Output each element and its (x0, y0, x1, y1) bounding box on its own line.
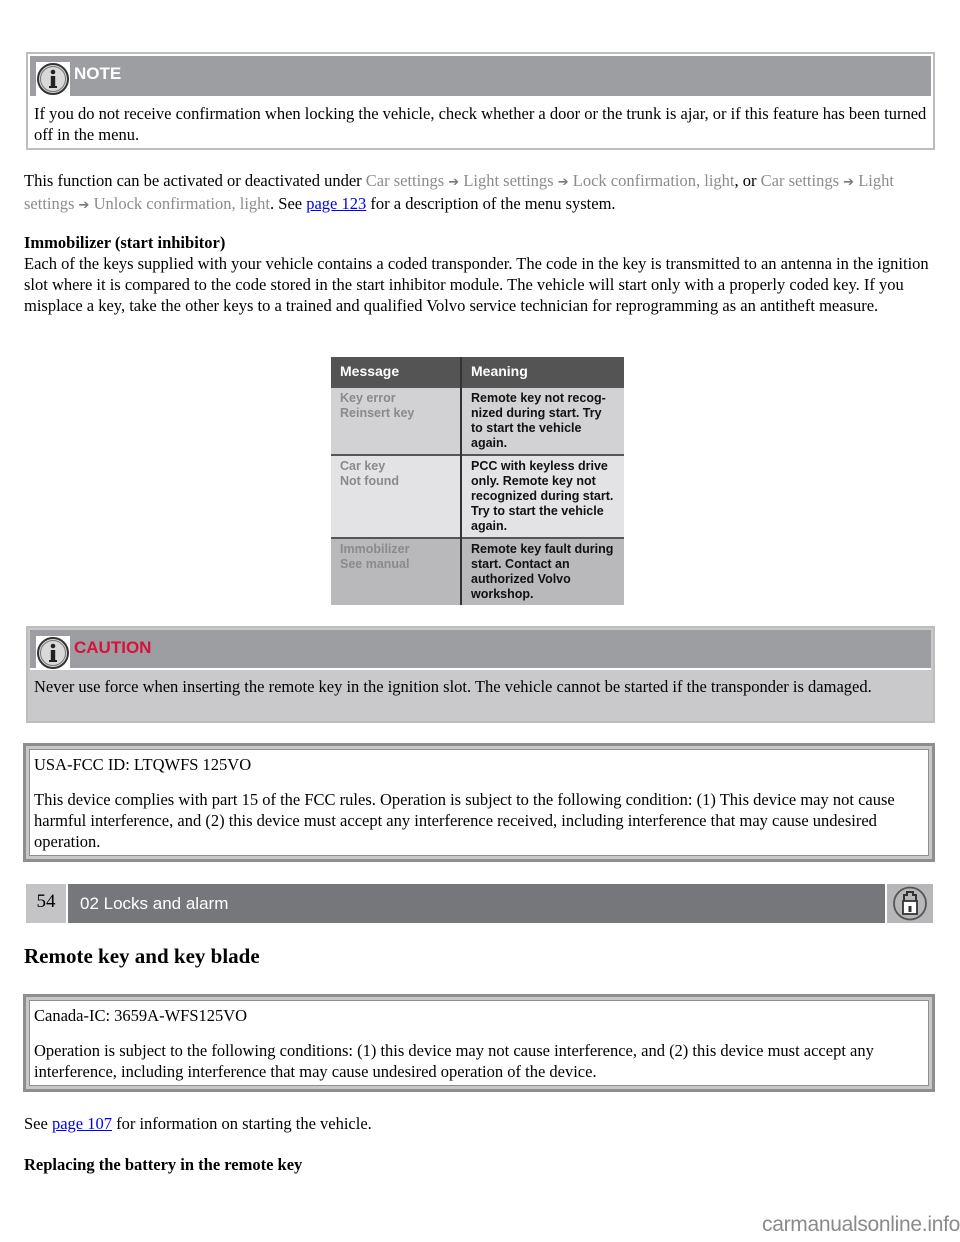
function-paragraph: This function can be activated or deacti… (24, 170, 936, 216)
page-107-link[interactable]: page 107 (52, 1114, 112, 1133)
see-post: for information on starting the vehicle. (111, 1114, 372, 1133)
immobilizer-text: Each of the keys supplied with your vehi… (24, 254, 929, 315)
message-cell: Immobilizer See manual (331, 537, 462, 605)
caution-box: CAUTION Never use force when inserting t… (26, 626, 935, 723)
function-intro: This function can be activated or deacti… (24, 171, 366, 190)
menu-path-item: Car settings (365, 171, 445, 190)
message-line: Immobilizer (340, 542, 410, 556)
table-header-row: Message Meaning (331, 357, 624, 387)
arrow-right-icon: ➔ (78, 198, 90, 213)
message-cell: Car key Not found (331, 454, 462, 538)
padlock-icon (887, 884, 933, 923)
message-line: Not found (340, 474, 400, 488)
note-title: NOTE (74, 64, 122, 83)
message-line: Key error (340, 391, 396, 405)
page-number: 54 (26, 884, 66, 923)
function-outro: for a description of the menu system. (366, 194, 616, 213)
table-row: Immobilizer See manual Remote key fault … (331, 537, 624, 605)
watermark: carmanualsonline.info (762, 1213, 960, 1236)
message-line: Car key (340, 459, 386, 473)
arrow-right-icon: ➔ (843, 175, 855, 190)
column-header-meaning: Meaning (461, 357, 624, 387)
menu-path-item: Lock confirmation, light (572, 171, 735, 190)
message-table: Message Meaning Key error Reinsert key R… (331, 357, 624, 605)
see-text: . See (270, 194, 307, 213)
fcc-text: This device complies with part 15 of the… (34, 790, 895, 851)
message-line: Reinsert key (340, 406, 415, 420)
meaning-cell: PCC with keyless drive only. Remote key … (461, 454, 624, 538)
message-line: See manual (340, 557, 410, 571)
column-header-message: Message (331, 357, 462, 387)
or-text: , or (734, 171, 761, 190)
chapter-bar: 54 02 Locks and alarm (26, 884, 933, 923)
note-header: NOTE (30, 56, 931, 96)
caution-text: Never use force when inserting the remot… (34, 677, 872, 696)
meaning-cell: Remote key fault during start. Contact a… (461, 537, 624, 605)
menu-path-item: Car settings (760, 171, 840, 190)
chapter-title: 02 Locks and alarm (68, 884, 885, 923)
canada-box: Canada-IC: 3659A-WFS125VO Operation is s… (23, 994, 935, 1092)
message-cell: Key error Reinsert key (331, 386, 462, 455)
see-paragraph: See page 107 for information on starting… (24, 1113, 936, 1134)
fcc-box: USA-FCC ID: LTQWFS 125VO This device com… (23, 743, 935, 862)
note-box: NOTE If you do not receive confirmation … (26, 52, 935, 150)
info-icon (36, 636, 70, 670)
caution-title: CAUTION (74, 638, 152, 657)
arrow-right-icon: ➔ (448, 175, 460, 190)
table-row: Key error Reinsert key Remote key not re… (331, 386, 624, 455)
caution-header: CAUTION (30, 630, 931, 670)
info-icon (36, 62, 70, 96)
page-123-link[interactable]: page 123 (306, 194, 366, 213)
menu-path-item: Unlock confirmation, light (93, 194, 271, 213)
table-row: Car key Not found PCC with keyless drive… (331, 454, 624, 538)
section-heading: Remote key and key blade (24, 944, 260, 968)
battery-heading: Replacing the battery in the remote key (24, 1155, 303, 1174)
fcc-id: USA-FCC ID: LTQWFS 125VO (34, 755, 252, 774)
meaning-cell: Remote key not recog-nized during start.… (461, 386, 624, 455)
menu-path-item: Light settings (463, 171, 554, 190)
arrow-right-icon: ➔ (557, 175, 569, 190)
canada-text: Operation is subject to the following co… (34, 1041, 874, 1081)
canada-id: Canada-IC: 3659A-WFS125VO (34, 1006, 248, 1025)
immobilizer-heading: Immobilizer (start inhibitor) (24, 233, 226, 252)
note-text: If you do not receive confirmation when … (34, 104, 927, 144)
see-pre: See (24, 1114, 52, 1133)
